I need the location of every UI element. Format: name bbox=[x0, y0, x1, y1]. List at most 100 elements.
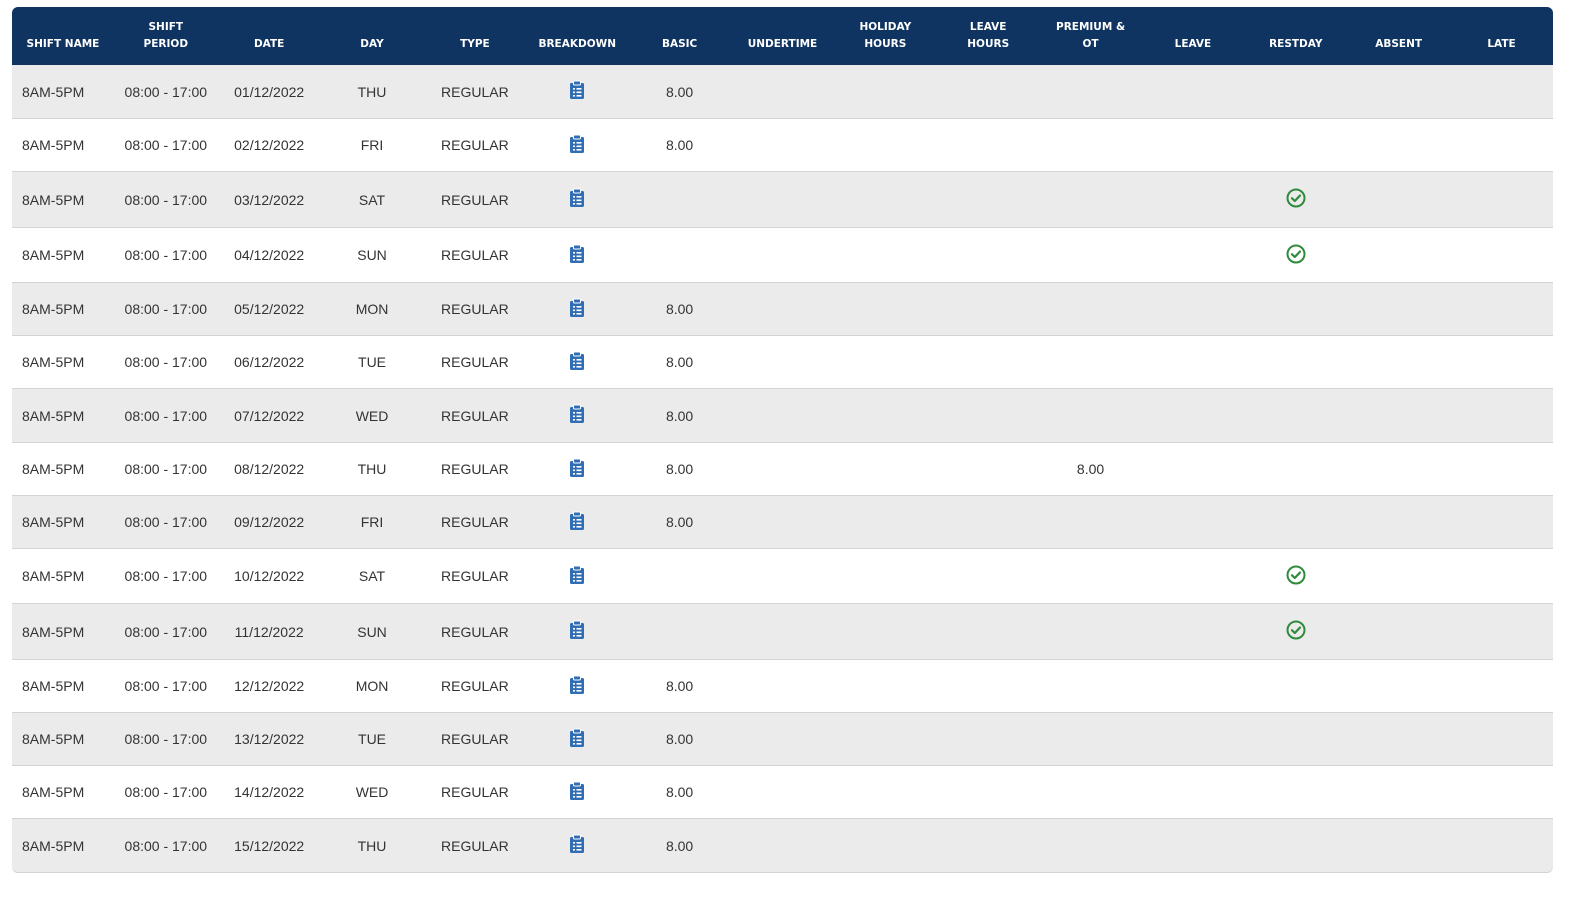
clipboard-list-icon[interactable] bbox=[569, 458, 585, 478]
shift-period-cell: 08:00 - 17:00 bbox=[124, 83, 208, 100]
type-cell: REGULAR bbox=[441, 784, 509, 800]
column-header-label: BASIC bbox=[661, 38, 698, 50]
column-header-shift-period: SHIFT PERIOD bbox=[114, 7, 218, 65]
shift-period-cell: 08:00 - 17:00 bbox=[124, 678, 208, 694]
breakdown-cell bbox=[526, 511, 628, 534]
clipboard-list-icon[interactable] bbox=[569, 675, 585, 695]
restday-cell bbox=[1244, 188, 1347, 211]
clipboard-list-icon[interactable] bbox=[569, 565, 585, 585]
column-header-holiday-hours: HOLIDAY HOURS bbox=[834, 7, 937, 65]
table-row: 8AM-5PM 08:00 - 17:00 14/12/2022 WED REGULAR… bbox=[12, 766, 1553, 819]
clipboard-list-icon[interactable] bbox=[569, 188, 585, 208]
column-header-undertime: UNDERTIME bbox=[731, 7, 834, 65]
clipboard-list-icon[interactable] bbox=[569, 134, 585, 154]
premium-ot-cell: 8.00 bbox=[1076, 461, 1105, 477]
basic-cell: 8.00 bbox=[665, 354, 694, 370]
table-row: 8AM-5PM 08:00 - 17:00 11/12/2022 SUN REGULAR bbox=[12, 604, 1553, 660]
table-row: 8AM-5PM 08:00 - 17:00 15/12/2022 THU REGULAR… bbox=[12, 819, 1553, 873]
shift-name-cell: 8AM-5PM bbox=[22, 247, 85, 263]
table-row: 8AM-5PM 08:00 - 17:00 06/12/2022 TUE REGULAR… bbox=[12, 336, 1553, 389]
column-header-label: LEAVE bbox=[969, 21, 1007, 33]
basic-cell: 8.00 bbox=[665, 301, 694, 317]
table-row: 8AM-5PM 08:00 - 17:00 07/12/2022 WED REGULAR… bbox=[12, 389, 1553, 443]
table-body: 8AM-5PM 08:00 - 17:00 01/12/2022 THU REGULAR… bbox=[12, 65, 1553, 873]
type-cell: REGULAR bbox=[441, 191, 509, 208]
type-cell: REGULAR bbox=[441, 514, 509, 530]
column-header-label: LEAVE bbox=[1174, 38, 1212, 50]
breakdown-cell bbox=[526, 620, 628, 643]
shift-name-cell: 8AM-5PM bbox=[22, 514, 85, 530]
clipboard-list-icon[interactable] bbox=[569, 511, 585, 531]
table-row: 8AM-5PM 08:00 - 17:00 03/12/2022 SAT REGULAR bbox=[12, 172, 1553, 228]
date-cell: 11/12/2022 bbox=[234, 623, 304, 640]
check-circle-icon bbox=[1286, 565, 1306, 585]
shift-period-cell: 08:00 - 17:00 bbox=[124, 301, 208, 317]
column-header-label: UNDERTIME bbox=[747, 38, 818, 50]
shift-period-cell: 08:00 - 17:00 bbox=[124, 407, 208, 424]
shift-name-cell: 8AM-5PM bbox=[22, 407, 85, 424]
day-cell: WED bbox=[355, 784, 389, 800]
shift-period-cell: 08:00 - 17:00 bbox=[124, 784, 208, 800]
day-cell: WED bbox=[355, 407, 389, 424]
basic-cell: 8.00 bbox=[665, 678, 694, 694]
shift-name-cell: 8AM-5PM bbox=[22, 623, 85, 640]
clipboard-list-icon[interactable] bbox=[569, 80, 585, 100]
basic-cell: 8.00 bbox=[665, 461, 694, 477]
restday-cell bbox=[1244, 620, 1347, 643]
column-header-label: HOLIDAY bbox=[859, 21, 912, 33]
breakdown-cell bbox=[526, 244, 628, 267]
breakdown-cell bbox=[526, 565, 628, 588]
shift-period-cell: 08:00 - 17:00 bbox=[124, 514, 208, 530]
column-header-restday: RESTDAY bbox=[1244, 7, 1347, 65]
column-header-leave-hours: LEAVE HOURS bbox=[937, 7, 1040, 65]
date-cell: 14/12/2022 bbox=[234, 784, 305, 800]
column-header-label: OT bbox=[1082, 38, 1099, 50]
shift-name-cell: 8AM-5PM bbox=[22, 461, 85, 477]
table-row: 8AM-5PM 08:00 - 17:00 13/12/2022 TUE REGULAR… bbox=[12, 713, 1553, 766]
type-cell: REGULAR bbox=[441, 137, 509, 153]
clipboard-list-icon[interactable] bbox=[569, 351, 585, 371]
column-header-type: TYPE bbox=[423, 7, 526, 65]
clipboard-list-icon[interactable] bbox=[569, 781, 585, 801]
column-header-late: LATE bbox=[1450, 7, 1553, 65]
type-cell: REGULAR bbox=[441, 407, 509, 424]
clipboard-list-icon[interactable] bbox=[569, 244, 585, 264]
shift-period-cell: 08:00 - 17:00 bbox=[124, 623, 208, 640]
breakdown-cell bbox=[526, 404, 628, 427]
breakdown-cell bbox=[526, 834, 628, 857]
date-cell: 01/12/2022 bbox=[234, 83, 305, 100]
type-cell: REGULAR bbox=[441, 623, 509, 640]
shift-name-cell: 8AM-5PM bbox=[22, 301, 85, 317]
column-header-label: RESTDAY bbox=[1269, 38, 1323, 50]
clipboard-list-icon[interactable] bbox=[569, 620, 585, 640]
clipboard-list-icon[interactable] bbox=[569, 298, 585, 318]
clipboard-list-icon[interactable] bbox=[569, 404, 585, 424]
breakdown-cell bbox=[526, 134, 628, 157]
breakdown-cell bbox=[526, 188, 628, 211]
shift-period-cell: 08:00 - 17:00 bbox=[124, 568, 208, 584]
date-cell: 07/12/2022 bbox=[234, 407, 305, 424]
column-header-breakdown: BREAKDOWN bbox=[526, 7, 628, 65]
type-cell: REGULAR bbox=[441, 678, 509, 694]
clipboard-list-icon[interactable] bbox=[569, 834, 585, 854]
restday-cell bbox=[1244, 565, 1347, 588]
date-cell: 12/12/2022 bbox=[234, 678, 305, 694]
column-header-leave: LEAVE bbox=[1142, 7, 1245, 65]
column-header-label: LATE bbox=[1487, 38, 1516, 50]
date-cell: 13/12/2022 bbox=[234, 731, 305, 747]
shift-name-cell: 8AM-5PM bbox=[22, 83, 85, 100]
check-circle-icon bbox=[1286, 620, 1306, 640]
date-cell: 02/12/2022 bbox=[234, 137, 305, 153]
column-header-label: SHIFT bbox=[148, 21, 184, 33]
basic-cell: 8.00 bbox=[665, 407, 694, 424]
date-cell: 09/12/2022 bbox=[234, 514, 305, 530]
column-header-date: DATE bbox=[218, 7, 321, 65]
column-header-label: HOURS bbox=[967, 38, 1010, 50]
day-cell: SAT bbox=[358, 568, 386, 584]
breakdown-cell bbox=[526, 781, 628, 804]
column-header-absent: ABSENT bbox=[1347, 7, 1450, 65]
clipboard-list-icon[interactable] bbox=[569, 728, 585, 748]
type-cell: REGULAR bbox=[441, 83, 509, 100]
shift-period-cell: 08:00 - 17:00 bbox=[124, 354, 208, 370]
shift-period-cell: 08:00 - 17:00 bbox=[124, 461, 208, 477]
